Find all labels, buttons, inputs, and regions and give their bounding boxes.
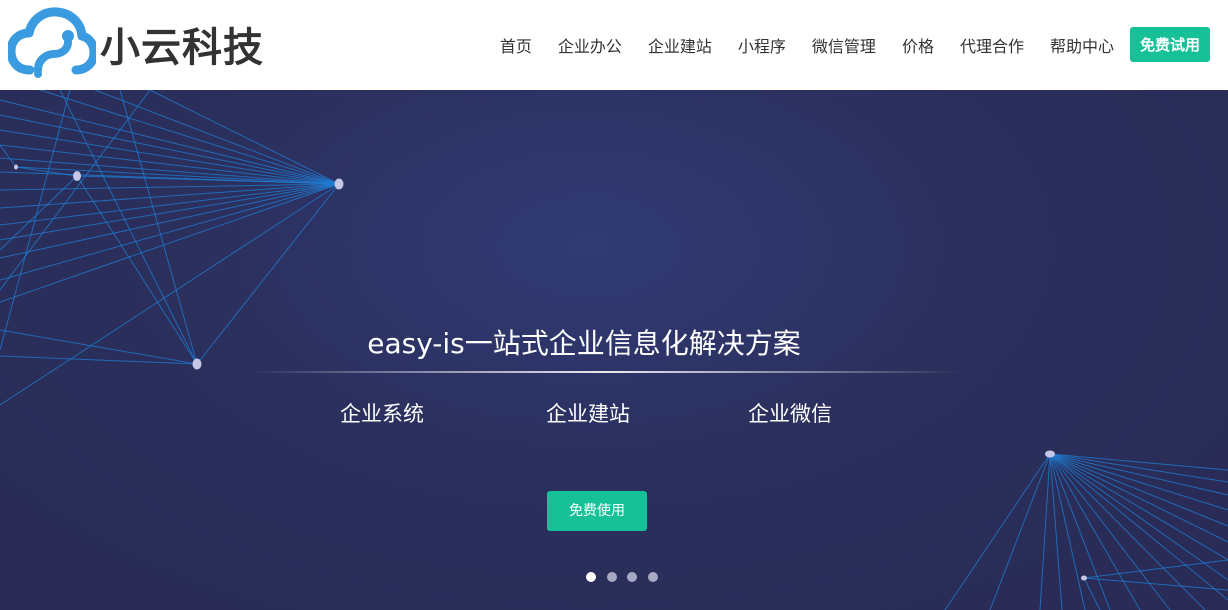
nav-item-partner[interactable]: 代理合作 <box>960 33 1024 57</box>
carousel-dot-2[interactable] <box>606 572 617 582</box>
carousel-dot-4[interactable] <box>647 572 658 582</box>
cloud-logo-icon <box>8 7 96 78</box>
free-trial-button[interactable]: 免费试用 <box>1129 27 1210 62</box>
nav-item-wechat[interactable]: 微信管理 <box>812 33 876 57</box>
nav-item-website[interactable]: 企业建站 <box>648 33 712 57</box>
hero-divider <box>250 371 962 373</box>
hero-title: easy-is一站式企业信息化解决方案 <box>367 327 801 360</box>
feature-enterprise-wechat: 企业微信 <box>748 402 832 426</box>
nav-item-help[interactable]: 帮助中心 <box>1050 33 1114 57</box>
site-header: 小云科技 首页 企业办公 企业建站 小程序 微信管理 价格 代理合作 帮助中心 … <box>0 0 1228 90</box>
nav-item-office[interactable]: 企业办公 <box>558 33 622 57</box>
carousel-dot-1[interactable] <box>586 572 596 582</box>
brand-name: 小云科技 <box>100 25 264 71</box>
main-nav: 首页 企业办公 企业建站 小程序 微信管理 价格 代理合作 帮助中心 免费试用 <box>474 27 1210 62</box>
carousel-indicators <box>586 572 668 582</box>
nav-item-pricing[interactable]: 价格 <box>902 33 934 57</box>
nav-item-miniprogram[interactable]: 小程序 <box>738 33 786 57</box>
brand-logo[interactable]: 小云科技 <box>8 6 264 82</box>
feature-enterprise-system: 企业系统 <box>340 402 424 426</box>
carousel-dot-3[interactable] <box>627 572 637 582</box>
feature-enterprise-website: 企业建站 <box>546 402 630 426</box>
nav-item-home[interactable]: 首页 <box>500 33 532 57</box>
free-use-button[interactable]: 免费使用 <box>547 491 647 531</box>
hero-banner: easy-is一站式企业信息化解决方案 企业系统 企业建站 企业微信 免费使用 <box>0 90 1228 610</box>
